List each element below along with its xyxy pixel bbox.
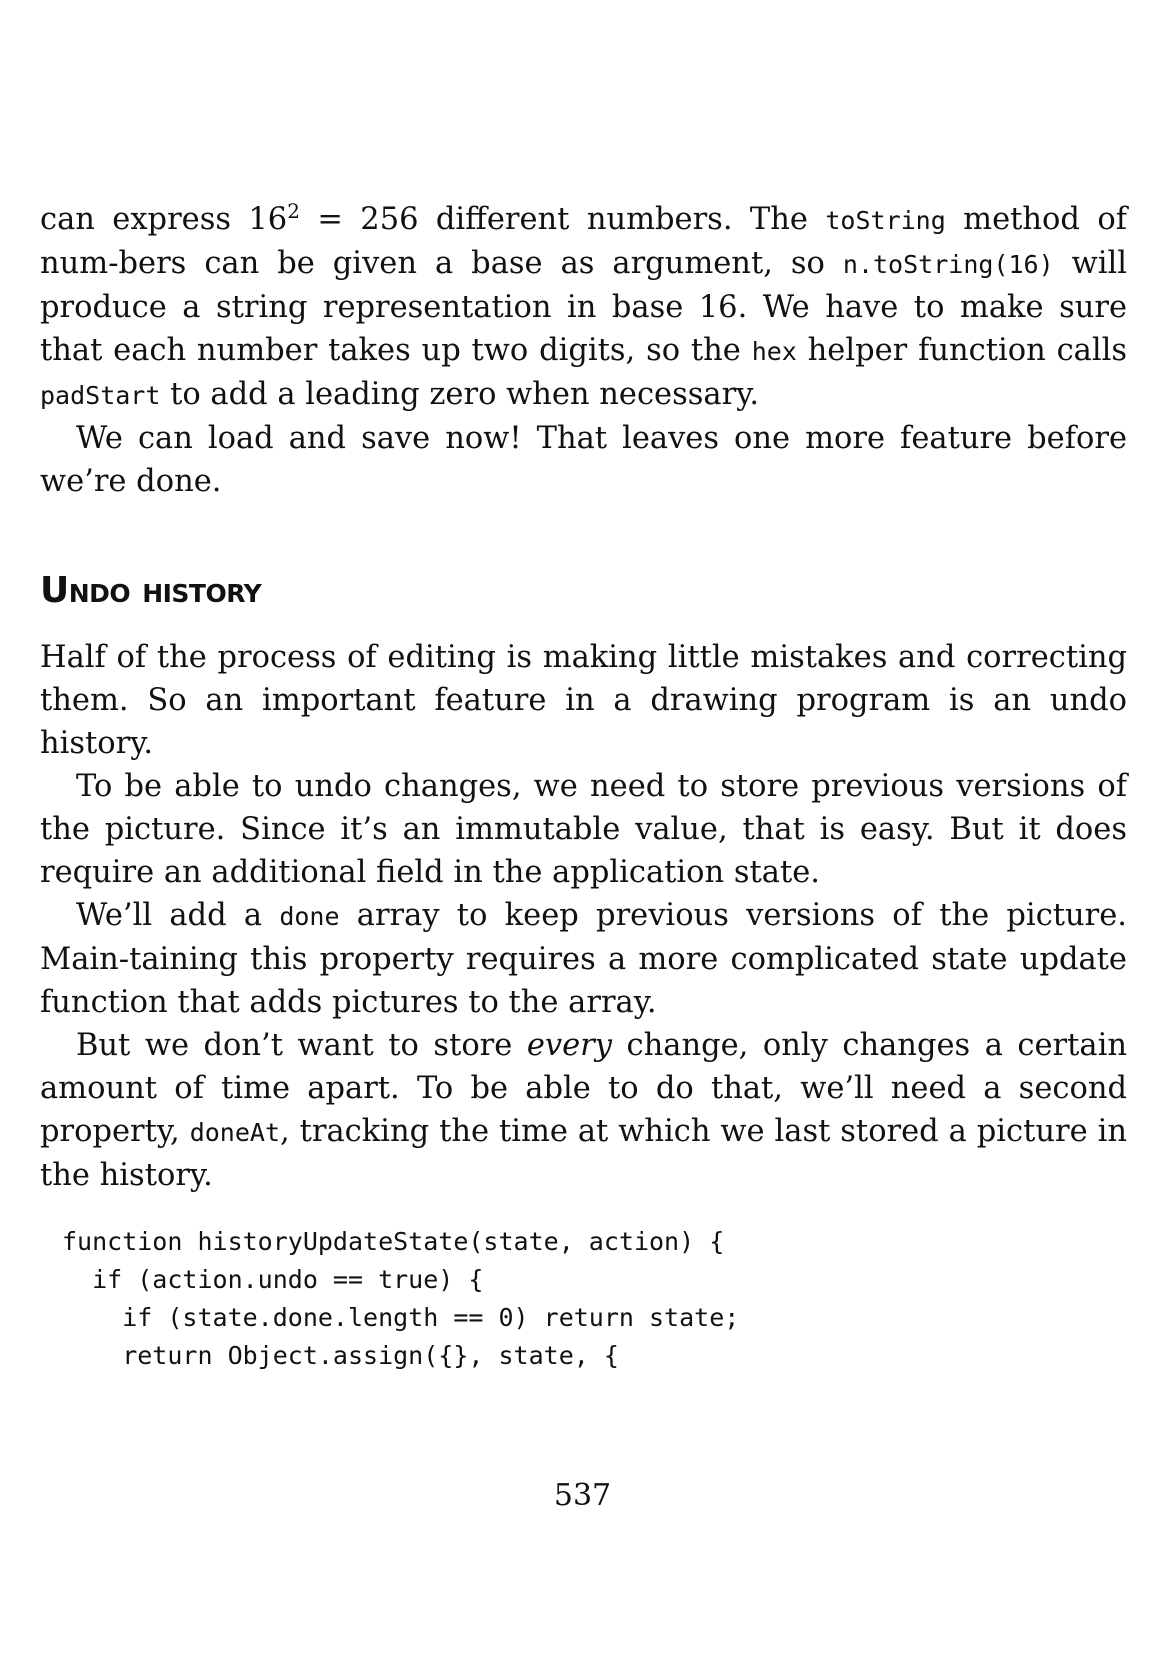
page-number: 537 [553, 1478, 612, 1513]
paragraph-text: We’ll add a [76, 898, 280, 933]
section-heading: Undo history [40, 570, 262, 611]
code-block: function historyUpdateState(state, actio… [62, 1223, 1127, 1375]
superscript-exponent: 2 [287, 198, 300, 223]
inline-code-done: done [279, 902, 340, 931]
code-line: function historyUpdateState(state, actio… [62, 1227, 725, 1256]
paragraph-text: to add a leading zero when necessary. [160, 377, 760, 412]
paragraph-base-conversion: can express 162 = 256 different numbers.… [40, 198, 1127, 417]
page-body: can express 162 = 256 different numbers.… [40, 198, 1127, 1375]
inline-code-tostring: toString [825, 206, 946, 235]
paragraph-text: can express 16 [40, 202, 288, 237]
code-line: if (action.undo == true) { [62, 1265, 484, 1294]
paragraph-done-at: But we don’t want to store every change,… [40, 1024, 1127, 1197]
paragraph-done-array: We’ll add a done array to keep previous … [40, 894, 1127, 1024]
paragraph-editing-mistakes: Half of the process of editing is making… [40, 640, 1127, 761]
paragraph-store-versions: To be able to undo changes, we need to s… [40, 769, 1127, 890]
paragraph-text: = 256 different numbers. The [299, 202, 826, 237]
code-line: if (state.done.length == 0) return state… [62, 1303, 740, 1332]
inline-code-padstart: padStart [40, 381, 161, 410]
code-line: return Object.assign({}, state, { [62, 1341, 619, 1370]
inline-code-n-tostring-16: n.toString(16) [842, 250, 1054, 279]
paragraph-text: helper function calls [796, 333, 1128, 368]
paragraph-load-save: We can load and save now! That leaves on… [40, 421, 1127, 499]
inline-code-hex: hex [751, 337, 797, 366]
emphasis-every: every [526, 1028, 612, 1063]
paragraph-text: But we don’t want to store [76, 1028, 527, 1063]
inline-code-doneat: doneAt [189, 1118, 280, 1147]
